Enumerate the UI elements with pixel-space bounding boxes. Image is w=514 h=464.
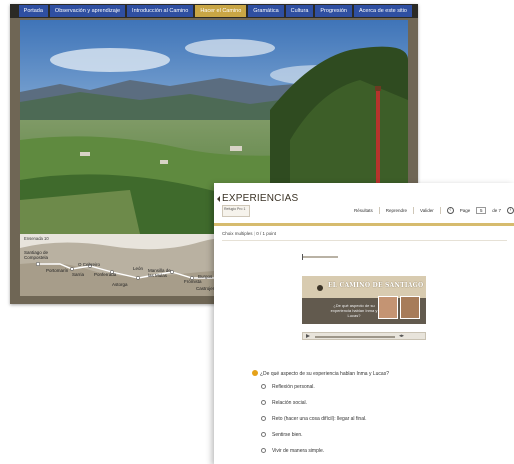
video-poster[interactable]: EL CAMINO DE SANTIAGO ¿De qué aspecto de… [302, 276, 426, 324]
map-place: Astorga [112, 282, 128, 287]
option-radio[interactable] [261, 448, 266, 453]
option-label[interactable]: Vivir de manera simple. [272, 448, 324, 454]
poster-banner: EL CAMINO DE SANTIAGO [302, 276, 426, 298]
option-label[interactable]: Reflexión personal. [272, 384, 315, 390]
option-radio[interactable] [261, 384, 266, 389]
nav-hacer-el-camino[interactable]: Hacer el Camino [195, 5, 247, 17]
validate-button[interactable]: Valider [420, 208, 434, 213]
map-place: Sarria [72, 272, 85, 277]
map-corner-label: Ensenada 10 [24, 236, 49, 241]
seek-bar[interactable] [315, 335, 395, 338]
toolbar-divider [378, 206, 380, 214]
module-box: Refugio Pro 1 [222, 205, 250, 217]
option-label[interactable]: Reto (hacer una cosa difícil): llegar al… [272, 416, 367, 422]
video-player: EL CAMINO DE SANTIAGO ¿De qué aspecto de… [302, 254, 426, 356]
question-type: Choix multiples [222, 231, 253, 236]
results-button[interactable]: Résultats [354, 208, 373, 213]
points-label: 0 / 1 point [256, 231, 276, 236]
nav-portada[interactable]: Portada [18, 5, 48, 17]
option-label[interactable]: Sentirse bien. [272, 432, 303, 438]
nav-gramatica[interactable]: Gramática [248, 5, 284, 17]
nav-progresion[interactable]: Progresión [315, 5, 352, 17]
back-arrow-icon[interactable] [217, 196, 220, 202]
page-label: Page [459, 207, 471, 213]
main-nav-bar: Portada Observación y aprendizaje Introd… [10, 4, 418, 18]
option-label[interactable]: Relación social. [272, 400, 307, 406]
person-photo-inma [378, 296, 398, 319]
quiz-toolbar: Résultats Reprendre Valider ‹ Page 5 de … [354, 205, 514, 215]
prev-page-icon[interactable]: ‹ [446, 206, 454, 214]
map-place: Ponferrada [94, 272, 117, 277]
map-place: Frómista [184, 279, 202, 284]
map-place: Mansilla de las Mulas [148, 268, 171, 278]
quiz-window: EXPERIENCIAS Refugio Pro 1 Résultats Rep… [214, 183, 514, 464]
next-page-icon[interactable]: › [507, 206, 514, 214]
person-photo-lucas [400, 296, 420, 319]
repeat-button[interactable]: Reprendre [386, 208, 407, 213]
option-radio[interactable] [261, 432, 266, 437]
option-radio[interactable] [261, 400, 266, 405]
toolbar-divider [439, 206, 441, 214]
question-text: ¿De qué aspecto de su experiencia hablan… [260, 371, 389, 377]
poster-title: EL CAMINO DE SANTIAGO [328, 282, 424, 289]
page-title: EXPERIENCIAS [222, 193, 299, 204]
page-number-input[interactable]: 5 [476, 206, 487, 214]
nav-observacion[interactable]: Observación y aprendizaje [49, 5, 126, 17]
quiz-header: EXPERIENCIAS Refugio Pro 1 Résultats Rep… [214, 183, 514, 227]
media-marker [302, 254, 338, 260]
option-radio[interactable] [261, 416, 266, 421]
page-total: de 7 [492, 207, 501, 213]
nav-introduccion[interactable]: Introducción al Camino [127, 5, 194, 17]
map-place: Santiago de Compostela [24, 250, 49, 260]
header-accent-bar [214, 223, 514, 226]
question-type-info: Choix multiples | 0 / 1 point [222, 231, 276, 236]
nav-acerca[interactable]: Acerca de este sitio [354, 5, 412, 17]
badge-icon [317, 285, 323, 291]
map-place: Burgos [198, 274, 213, 279]
map-place: O Cebreiro [78, 262, 101, 267]
poster-caption: ¿De qué aspecto de su experiencia hablan… [330, 303, 378, 318]
question-marker-icon [252, 370, 258, 376]
nav-cultura[interactable]: Cultura [285, 5, 314, 17]
toolbar-divider [413, 206, 415, 214]
map-place: Portomarín [46, 268, 69, 273]
map-place: León [133, 266, 144, 271]
volume-icon[interactable]: ◂▸ [399, 333, 404, 339]
divider [222, 240, 507, 241]
play-icon[interactable] [306, 334, 310, 338]
player-controls: ◂▸ [302, 332, 426, 340]
